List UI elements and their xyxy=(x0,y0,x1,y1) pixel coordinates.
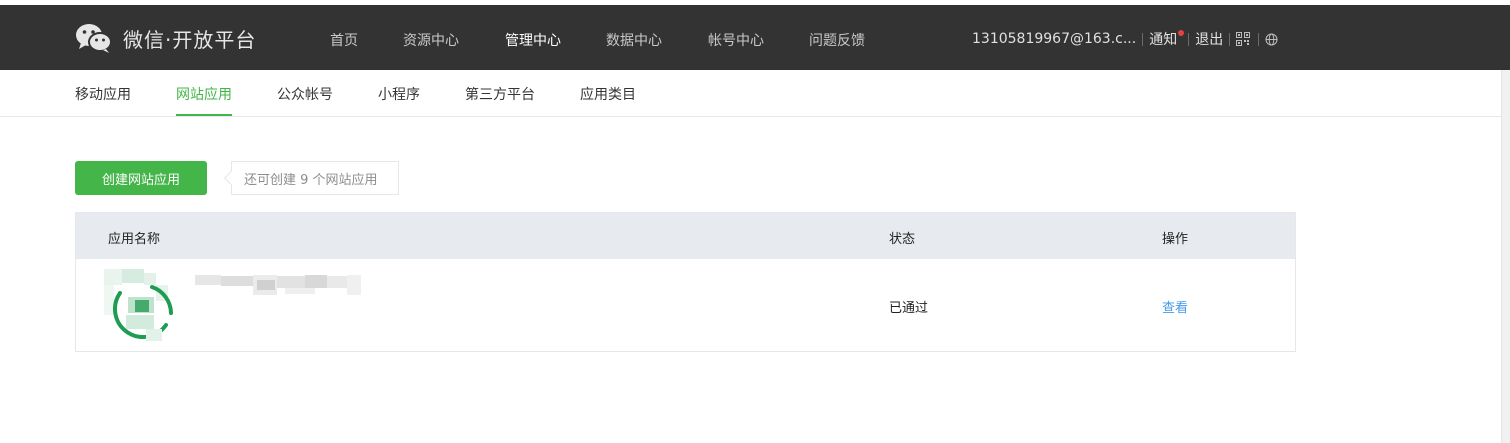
nav-management-center[interactable]: 管理中心 xyxy=(505,30,561,50)
wechat-logo-icon xyxy=(75,22,113,54)
divider xyxy=(1188,32,1190,46)
subnav-third-party-platform[interactable]: 第三方平台 xyxy=(465,84,535,104)
active-tab-indicator xyxy=(176,114,232,116)
remaining-quota-tip: 还可创建 9 个网站应用 xyxy=(223,161,399,195)
subnav-app-categories[interactable]: 应用类目 xyxy=(580,84,636,104)
notice-label: 通知 xyxy=(1149,32,1178,48)
sub-navigation: 移动应用 网站应用 公众帐号 小程序 第三方平台 应用类目 xyxy=(0,70,1510,117)
header-user-area: 13105819967@163.c... 通知 退出 xyxy=(972,28,1278,50)
app-status: 已通过 xyxy=(889,301,929,316)
remaining-quota-text: 还可创建 9 个网站应用 xyxy=(244,172,378,188)
tip-arrow xyxy=(223,170,239,186)
top-header: 微信·开放平台 首页 资源中心 管理中心 数据中心 帐号中心 问题反馈 1310… xyxy=(0,5,1510,70)
create-website-app-button[interactable]: 创建网站应用 xyxy=(75,161,207,195)
app-icon-blurred xyxy=(104,269,176,341)
nav-resource-center[interactable]: 资源中心 xyxy=(403,30,459,50)
globe-icon[interactable] xyxy=(1265,33,1278,46)
notice-link[interactable]: 通知 xyxy=(1149,29,1185,49)
nav-home[interactable]: 首页 xyxy=(330,30,358,50)
subnav-website-apps[interactable]: 网站应用 xyxy=(176,84,232,104)
page-scrollbar[interactable] xyxy=(1501,70,1510,443)
divider xyxy=(1258,32,1260,46)
column-header-actions: 操作 xyxy=(1162,232,1189,247)
subnav-mobile-apps[interactable]: 移动应用 xyxy=(75,84,131,104)
table-row: 已通过 查看 xyxy=(76,259,1295,351)
nav-account-center[interactable]: 帐号中心 xyxy=(708,30,764,50)
nav-feedback[interactable]: 问题反馈 xyxy=(809,30,865,50)
qr-code-icon[interactable] xyxy=(1236,32,1251,46)
subnav-mini-programs[interactable]: 小程序 xyxy=(378,84,420,104)
app-name-blurred[interactable] xyxy=(195,272,361,296)
account-email[interactable]: 13105819967@163.c... xyxy=(972,31,1136,47)
view-app-link[interactable]: 查看 xyxy=(1162,297,1188,316)
column-header-status: 状态 xyxy=(889,232,916,247)
subnav-official-accounts[interactable]: 公众帐号 xyxy=(277,84,333,104)
divider xyxy=(1142,32,1144,46)
site-logo[interactable]: 微信·开放平台 xyxy=(75,21,256,55)
table-header: 应用名称 状态 操作 xyxy=(76,213,1295,259)
logout-link[interactable]: 退出 xyxy=(1195,29,1223,49)
apps-table: 应用名称 状态 操作 已通过 查看 xyxy=(75,212,1296,352)
logo-text: 微信·开放平台 xyxy=(123,27,257,52)
divider xyxy=(1229,32,1231,46)
notice-badge-dot xyxy=(1178,30,1185,36)
column-header-app-name: 应用名称 xyxy=(108,232,161,247)
nav-data-center[interactable]: 数据中心 xyxy=(606,30,662,50)
